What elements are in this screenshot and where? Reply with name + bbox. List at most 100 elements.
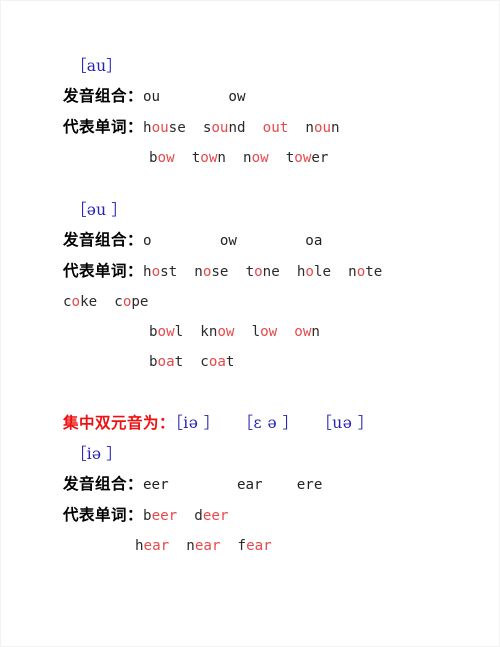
- word-highlight: ow: [251, 150, 269, 166]
- word-group-ie-2: hear near fear: [135, 538, 272, 554]
- example-word: tone: [246, 264, 280, 280]
- document-content: ［au］ 发音组合：ou ow 代表单词：house sound out nou…: [63, 51, 451, 561]
- word-prefix: t: [245, 264, 255, 280]
- word-group-eu-1: host nose tone hole note: [143, 264, 382, 280]
- example-word: boat: [149, 354, 183, 370]
- word-suffix: er: [311, 150, 329, 166]
- word-prefix: b: [149, 150, 158, 166]
- word-separator: [331, 264, 348, 280]
- word-suffix: se: [168, 120, 186, 136]
- word-separator: [169, 538, 186, 554]
- example-words-label-eu: 代表单词：: [63, 262, 144, 280]
- symbol-gap: [220, 414, 238, 432]
- example-word: bowl: [149, 324, 183, 340]
- combination-label-eu: 发音组合：: [63, 231, 144, 249]
- word-prefix: b: [143, 508, 152, 524]
- word-suffix: pe: [131, 294, 149, 310]
- word-line-eu-4: boat coat: [63, 347, 451, 377]
- example-words-line-eu: 代表单词：host nose tone hole note: [63, 256, 451, 287]
- word-prefix: c: [200, 354, 209, 370]
- word-line-ie-2: hear near fear: [63, 531, 451, 561]
- word-highlight: eer: [151, 508, 178, 524]
- example-word: coke: [63, 294, 97, 310]
- word-prefix: h: [143, 264, 152, 280]
- word-highlight: o: [151, 264, 161, 280]
- word-separator: [228, 264, 245, 280]
- word-separator: [177, 508, 194, 524]
- example-word: sound: [203, 120, 246, 136]
- word-suffix: t: [225, 354, 235, 370]
- word-separator: [177, 264, 194, 280]
- word-group-eu-2: coke co pe: [63, 294, 148, 310]
- word-separator: [269, 150, 286, 166]
- word-prefix: h: [143, 120, 152, 136]
- ipa-heading-eu: ［əu ］: [71, 201, 128, 219]
- centering-symbol-1: ［iə ］: [175, 414, 220, 432]
- word-prefix: n: [305, 120, 314, 136]
- word-highlight: out: [262, 120, 289, 136]
- section-gap-2: [63, 377, 451, 407]
- word-prefix: b: [149, 324, 158, 340]
- word-suffix: le: [313, 264, 332, 280]
- word-suffix: n: [331, 120, 340, 136]
- word-highlight: eer: [202, 508, 229, 524]
- word-prefix: c: [63, 294, 72, 310]
- word-highlight: ear: [143, 538, 170, 554]
- word-prefix: n: [186, 538, 195, 554]
- word-suffix: st: [160, 264, 178, 280]
- word-highlight: ow: [157, 150, 175, 166]
- example-word: deer: [194, 508, 228, 524]
- combination-line-eu: 发音组合：o ow oa: [63, 225, 451, 256]
- example-words-line-au: 代表单词：house sound out noun: [63, 112, 451, 143]
- section-eu: ［əu ］ 发音组合：o ow oa 代表单词：host nose tone h…: [63, 195, 451, 377]
- combination-label-ie: 发音组合：: [63, 475, 144, 493]
- word-prefix: d: [194, 508, 203, 524]
- word-suffix: se: [211, 264, 229, 280]
- word-separator: [186, 120, 203, 136]
- word-separator: [175, 150, 192, 166]
- example-word: bow: [149, 150, 175, 166]
- word-highlight: ou: [313, 120, 332, 136]
- example-words-line-ie: 代表单词：beer deer: [63, 500, 451, 531]
- word-highlight: ow: [200, 150, 218, 166]
- combination-label-au: 发音组合：: [63, 87, 144, 105]
- word-highlight: ow: [260, 324, 278, 340]
- word-prefix: l: [251, 324, 261, 340]
- word-separator: [280, 264, 297, 280]
- example-word: nose: [194, 264, 228, 280]
- word-highlight: o: [71, 294, 81, 310]
- section-gap-1: [63, 173, 451, 195]
- centering-symbol-3: ［uə ］: [316, 414, 374, 432]
- word-highlight: ear: [246, 538, 272, 554]
- combination-line-ie: 发音组合：eer ear ere: [63, 469, 451, 500]
- word-separator: [97, 294, 114, 310]
- word-separator: [288, 120, 305, 136]
- word-line-au-2: bow town now tower: [63, 143, 451, 173]
- word-prefix: h: [135, 538, 144, 554]
- example-word: noun: [305, 120, 339, 136]
- word-separator: [234, 324, 251, 340]
- word-highlight: ow: [294, 150, 312, 166]
- word-separator: [183, 354, 200, 370]
- example-word: beer: [143, 508, 177, 524]
- example-word: note: [348, 264, 382, 280]
- word-line-eu-3: bowl know low own: [63, 317, 451, 347]
- word-group-au-2: bow town now tower: [149, 150, 328, 166]
- combination-line-au: 发音组合：ou ow: [63, 81, 451, 112]
- word-suffix: n: [217, 150, 226, 166]
- word-highlight: o: [356, 264, 366, 280]
- ipa-heading-au: ［au］: [71, 57, 123, 75]
- word-suffix: t: [174, 354, 184, 370]
- word-prefix: n: [243, 150, 252, 166]
- combination-values-ie: eer ear ere: [143, 477, 323, 493]
- word-highlight: ow: [294, 324, 312, 340]
- section-ie: ［iə ］ 发音组合：eer ear ere 代表单词：beer deer he…: [63, 439, 451, 561]
- example-word: house: [143, 120, 186, 136]
- example-word: host: [143, 264, 177, 280]
- word-prefix: kn: [200, 324, 218, 340]
- example-word: own: [294, 324, 320, 340]
- word-highlight: oa: [157, 354, 175, 370]
- word-suffix: te: [365, 264, 383, 280]
- example-word: now: [243, 150, 269, 166]
- word-group-au-1: house sound out noun: [143, 120, 340, 136]
